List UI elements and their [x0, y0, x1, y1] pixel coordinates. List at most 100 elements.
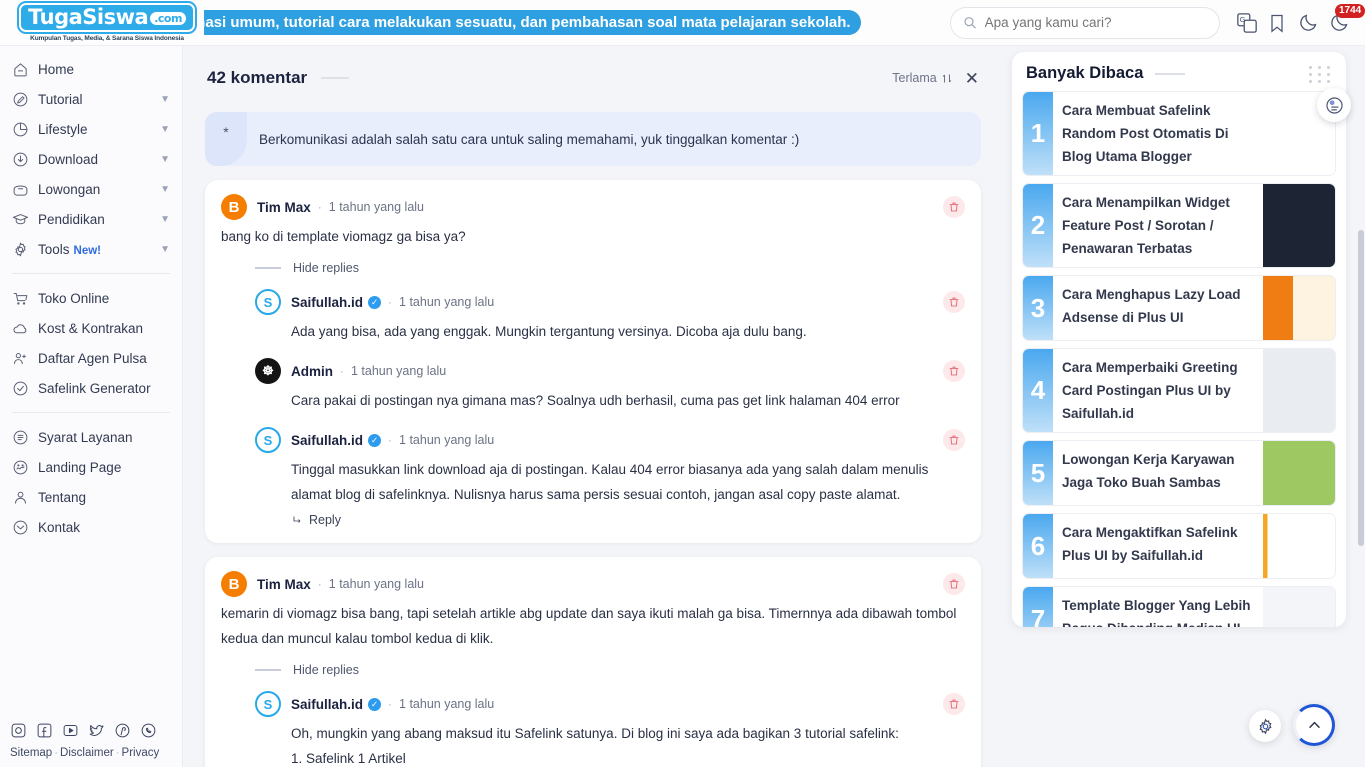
instagram-icon[interactable] — [10, 722, 29, 741]
popular-post-rank: 7 — [1023, 587, 1053, 627]
sidebar-item-tools[interactable]: Tools New! ▼ — [0, 234, 182, 264]
popular-post-item[interactable]: 1 Cara Membuat Safelink Random Post Otom… — [1022, 91, 1336, 176]
comment-author[interactable]: Tim Max — [257, 577, 311, 592]
sidebar-item-home[interactable]: Home — [0, 54, 182, 84]
popular-post-title: Cara Memperbaiki Greeting Card Postingan… — [1062, 360, 1238, 421]
drag-handle-dots[interactable] — [1309, 66, 1332, 83]
close-comments-icon[interactable]: ✕ — [965, 70, 979, 87]
comment-author[interactable]: Saifullah.id — [291, 433, 363, 448]
sidebar-item-lowongan[interactable]: Lowongan ▼ — [0, 174, 182, 204]
comments-notice: * Berkomunikasi adalah salah satu cara u… — [205, 112, 981, 166]
sidebar-item-landing-page[interactable]: Landing Page — [0, 452, 182, 482]
comment-header: S Saifullah.id ✓ · 1 tahun yang lalu — [255, 427, 965, 453]
delete-comment-button[interactable] — [943, 693, 965, 715]
delete-comment-button[interactable] — [943, 360, 965, 382]
hide-replies-dash — [255, 669, 281, 671]
chevron-down-icon[interactable]: ▼ — [160, 184, 170, 195]
footer-link-disclaimer[interactable]: Disclaimer — [60, 747, 114, 759]
cart-icon — [12, 290, 38, 307]
gear-icon — [1258, 718, 1272, 734]
translate-icon[interactable]: G — [1236, 12, 1258, 34]
facebook-icon[interactable] — [36, 722, 55, 741]
sidebar-divider-2 — [12, 412, 170, 413]
popular-post-item[interactable]: 2 Cara Menampilkan Widget Feature Post /… — [1022, 183, 1336, 268]
search-bar[interactable] — [950, 6, 1220, 39]
sidebar-item-download[interactable]: Download ▼ — [0, 144, 182, 174]
delete-comment-button[interactable] — [943, 196, 965, 218]
sidebar-item-syarat-layanan[interactable]: Syarat Layanan — [0, 422, 182, 452]
delete-comment-button[interactable] — [943, 573, 965, 595]
twitter-icon[interactable] — [88, 722, 107, 741]
sidebar-item-daftar-agen-pulsa[interactable]: Daftar Agen Pulsa — [0, 343, 182, 373]
reply-button[interactable]: Reply — [291, 513, 965, 527]
search-input[interactable] — [984, 15, 1207, 30]
popular-post-title: Lowongan Kerja Karyawan Jaga Toko Buah S… — [1062, 452, 1235, 490]
popular-post-item[interactable]: 4 Cara Memperbaiki Greeting Card Posting… — [1022, 348, 1336, 433]
site-logo[interactable]: TugaSiswa .com Kumpulan Tugas, Media, & S… — [19, 2, 195, 42]
announcement-marquee: formasi umum, tutorial cara melakukan se… — [204, 9, 944, 36]
popular-post-item[interactable]: 3 Cara Menghapus Lazy Load Adsense di Pl… — [1022, 275, 1336, 341]
comment-author[interactable]: Admin — [291, 364, 333, 379]
sidebar-item-pendidikan[interactable]: Pendidikan ▼ — [0, 204, 182, 234]
hide-replies-toggle[interactable]: Hide replies — [255, 261, 965, 275]
notification-icon[interactable]: 1744 — [1329, 3, 1365, 34]
popular-post-thumbnail — [1263, 441, 1335, 505]
chevron-down-icon[interactable]: ▼ — [160, 244, 170, 255]
separator-dot: · — [340, 364, 344, 378]
chevron-down-icon[interactable]: ▼ — [160, 214, 170, 225]
svg-text:G: G — [1240, 15, 1246, 24]
page-scrollbar[interactable] — [1358, 230, 1364, 546]
sidebar-item-tentang[interactable]: Tentang — [0, 482, 182, 512]
chevron-down-icon[interactable]: ▼ — [160, 154, 170, 165]
comment-author[interactable]: Tim Max — [257, 200, 311, 215]
popular-posts-panel: Banyak Dibaca 1 Cara Membuat Safelink Ra… — [1012, 52, 1346, 627]
comment-text: kemarin di viomagz bisa bang, tapi setel… — [221, 606, 957, 646]
sidebar-item-kost-kontrakan[interactable]: Kost & Kontrakan — [0, 313, 182, 343]
comment-author[interactable]: Saifullah.id — [291, 697, 363, 712]
popular-post-item[interactable]: 6 Cara Mengaktifkan Safelink Plus UI by … — [1022, 513, 1336, 579]
top-header: ‹ TugaSiswa.com Kumpulan Tugas, Media, &… — [0, 0, 1365, 46]
sidebar-item-label: Tentang — [38, 489, 87, 505]
separator-dot: · — [317, 200, 322, 214]
comment-author[interactable]: Saifullah.id — [291, 295, 363, 310]
sidebar-secondary-nav: Toko Online Kost & Kontrakan Daftar Agen… — [0, 283, 182, 403]
footer-link-privacy[interactable]: Privacy — [122, 747, 160, 759]
chevron-down-icon[interactable]: ▼ — [160, 124, 170, 135]
title-dash — [321, 77, 350, 79]
popular-post-item[interactable]: 7 Template Blogger Yang Lebih Bagus Diba… — [1022, 586, 1336, 627]
comments-sort-button[interactable]: Terlama — [892, 71, 952, 85]
pinterest-icon[interactable] — [114, 722, 133, 741]
sidebar-item-label: Toko Online — [38, 290, 110, 306]
whatsapp-icon[interactable] — [140, 722, 159, 741]
reader-icon[interactable] — [1317, 88, 1351, 122]
comment-reply: S Saifullah.id ✓ · 1 tahun yang lalu Tin… — [255, 427, 965, 527]
sidebar-item-safelink-generator[interactable]: Safelink Generator — [0, 373, 182, 403]
youtube-icon[interactable] — [62, 722, 81, 741]
settings-fab[interactable] — [1249, 710, 1281, 742]
comment-time: 1 tahun yang lalu — [399, 295, 495, 309]
logo-dotcom: .com — [150, 11, 186, 25]
hide-replies-label: Hide replies — [293, 261, 360, 275]
sidebar-primary-nav: Home Tutorial ▼ Lifestyle ▼ Download ▼ L… — [0, 54, 182, 264]
moon-icon[interactable] — [1298, 12, 1320, 34]
popular-post-rank: 1 — [1023, 92, 1053, 175]
scroll-to-top-fab[interactable] — [1293, 704, 1335, 746]
sidebar-item-tutorial[interactable]: Tutorial ▼ — [0, 84, 182, 114]
delete-comment-button[interactable] — [943, 291, 965, 313]
reply-arrow-icon — [293, 516, 301, 523]
bookmark-icon[interactable] — [1267, 12, 1289, 34]
notice-badge: * — [205, 112, 247, 166]
sidebar-item-kontak[interactable]: Kontak — [0, 512, 182, 542]
delete-comment-button[interactable] — [943, 429, 965, 451]
hide-replies-toggle[interactable]: Hide replies — [255, 663, 965, 677]
chevron-down-icon[interactable]: ▼ — [160, 94, 170, 105]
footer-link-sitemap[interactable]: Sitemap — [10, 747, 52, 759]
footer-links: Sitemap · Disclaimer · Privacy — [10, 747, 173, 759]
sidebar-item-toko-online[interactable]: Toko Online — [0, 283, 182, 313]
sidebar-divider-1 — [12, 273, 170, 274]
popular-post-title: Cara Membuat Safelink Random Post Otomat… — [1062, 103, 1229, 164]
popular-post-item[interactable]: 5 Lowongan Kerja Karyawan Jaga Toko Buah… — [1022, 440, 1336, 506]
separator-dot: · — [388, 295, 393, 309]
sidebar-item-lifestyle[interactable]: Lifestyle ▼ — [0, 114, 182, 144]
popular-post-rank: 3 — [1023, 276, 1053, 340]
